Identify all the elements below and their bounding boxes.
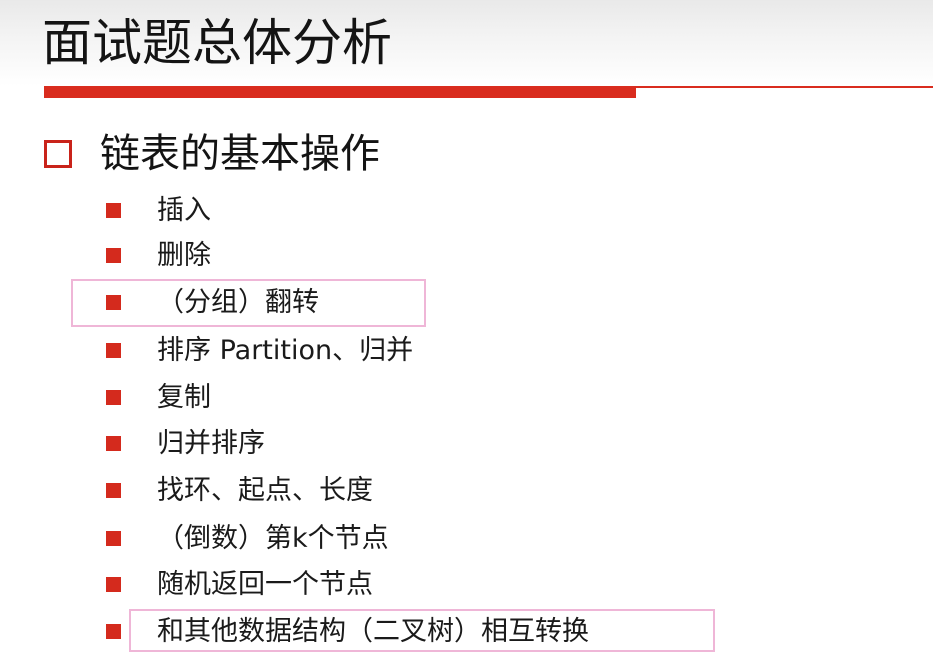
list-item-label: 找环、起点、长度 <box>157 475 373 506</box>
slide-title: 面试题总体分析 <box>42 14 392 72</box>
highlight-box-reverse <box>71 279 426 327</box>
list-item-label: 归并排序 <box>157 428 265 459</box>
list-item-label: 排序 Partition、归并 <box>157 335 414 366</box>
list-item-label: 复制 <box>157 382 211 413</box>
title-underline-thick <box>44 86 636 98</box>
list-item: 插入 <box>0 191 933 231</box>
hollow-square-bullet-icon <box>44 140 72 168</box>
square-bullet-icon <box>106 624 121 639</box>
list-item-label: 插入 <box>157 195 211 226</box>
highlight-box-convert <box>129 609 715 652</box>
square-bullet-icon <box>106 483 121 498</box>
section-heading: 链表的基本操作 <box>100 131 380 177</box>
square-bullet-icon <box>106 343 121 358</box>
square-bullet-icon <box>106 248 121 263</box>
list-item-label: 删除 <box>157 240 211 271</box>
list-item: （倒数）第k个节点 <box>0 519 933 559</box>
title-underline-thin <box>636 86 933 88</box>
list-item-label: 随机返回一个节点 <box>157 569 373 600</box>
square-bullet-icon <box>106 577 121 592</box>
list-item: 排序 Partition、归并 <box>0 331 933 371</box>
list-item: 归并排序 <box>0 424 933 464</box>
square-bullet-icon <box>106 531 121 546</box>
square-bullet-icon <box>106 203 121 218</box>
list-item: 复制 <box>0 378 933 418</box>
square-bullet-icon <box>106 390 121 405</box>
list-item: 找环、起点、长度 <box>0 471 933 511</box>
list-item: 随机返回一个节点 <box>0 565 933 605</box>
slide: 面试题总体分析 链表的基本操作 插入 删除 （分组）翻转 排序 Partitio… <box>0 0 933 663</box>
list-item: 删除 <box>0 236 933 276</box>
list-item-label: （倒数）第k个节点 <box>157 523 389 554</box>
square-bullet-icon <box>106 436 121 451</box>
